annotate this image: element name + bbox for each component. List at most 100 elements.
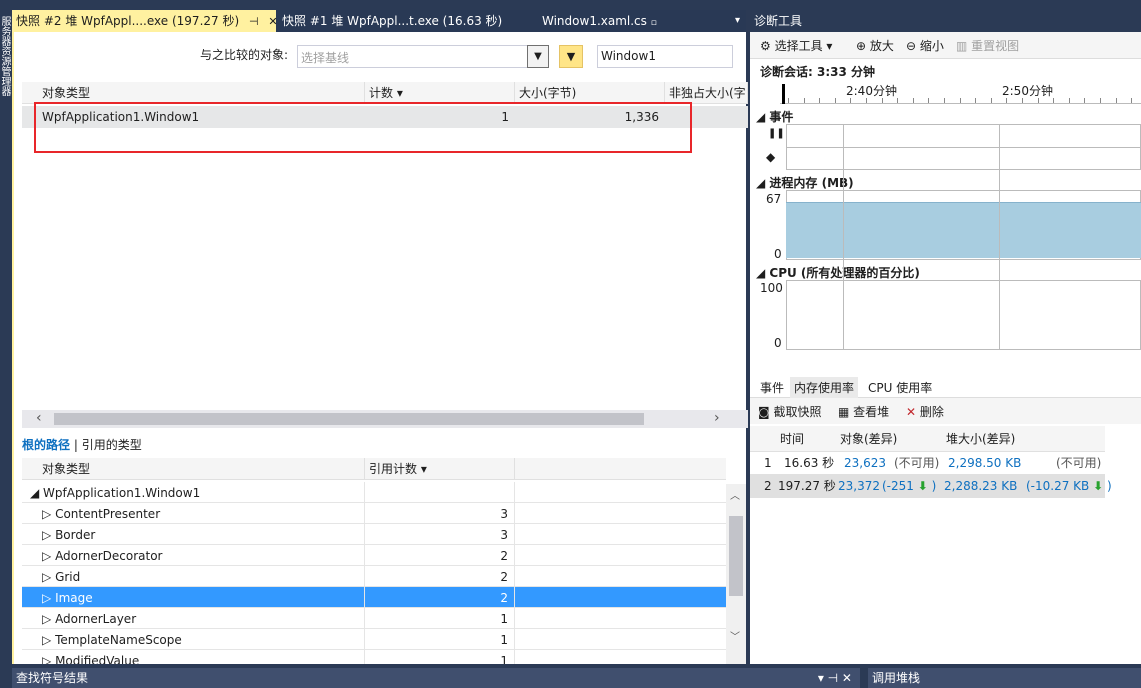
tab-dropdown-icon[interactable]: ▾ <box>735 10 740 32</box>
take-snapshot-button[interactable]: ◙ 截取快照 <box>758 403 822 420</box>
expand-icon[interactable]: ▷ <box>42 570 51 584</box>
panel-title: 查找符号结果 <box>16 671 89 685</box>
reset-view-button[interactable]: ▥ 重置视图 <box>956 37 1019 54</box>
expand-icon[interactable]: ▷ <box>42 633 51 647</box>
diag-toolbar: ⚙ 选择工具 ▾ ⊕ 放大 ⊖ 缩小 ▥ 重置视图 <box>750 32 1141 59</box>
snap-obj-diff-link[interactable]: (-251 ⬇ ) <box>882 475 936 498</box>
snapshot-row[interactable]: 2 197.27 秒 23,372 (-251 ⬇ ) 2,288.23 KB … <box>750 475 1112 498</box>
tab-referenced-types[interactable]: 引用的类型 <box>82 438 142 452</box>
cpu-min-label: 0 <box>774 336 782 350</box>
filter-icon[interactable]: ▼ <box>559 45 583 68</box>
col-object-type[interactable]: 对象类型 <box>22 82 365 104</box>
ruler-tick <box>944 98 945 103</box>
expand-icon[interactable]: ▷ <box>42 612 51 626</box>
obj-diff-text: (-251 <box>882 479 914 493</box>
snap-heap-diff: (不可用) <box>1056 456 1102 470</box>
col-count[interactable]: 计数 ▾ <box>365 82 515 104</box>
select-tool-button[interactable]: ⚙ 选择工具 ▾ <box>760 37 832 54</box>
track-divider <box>786 147 1141 148</box>
pin-icon[interactable]: ⊣ <box>249 11 259 33</box>
col-objects[interactable]: 对象(差异) <box>840 426 897 449</box>
cpu-max-label: 100 <box>760 281 783 295</box>
scroll-right-icon[interactable]: › <box>714 410 720 426</box>
time-cursor[interactable] <box>782 84 785 104</box>
row-count <box>365 482 515 504</box>
ref-count: 1 <box>365 608 515 630</box>
tree-row[interactable]: ▷ Image 2 <box>22 587 726 609</box>
col-time[interactable]: 时间 <box>780 426 804 449</box>
chevron-down-icon[interactable]: ▼ <box>527 45 549 68</box>
snap-objects-link[interactable]: 23,372 <box>838 475 880 498</box>
tree-row[interactable]: ▷ Border 3 <box>22 524 726 546</box>
call-stack-panel[interactable]: 调用堆栈 <box>868 668 1141 688</box>
events-section[interactable]: ◢ 事件 <box>756 108 793 125</box>
server-explorer-strip[interactable]: 服务器资源管理器 <box>0 0 12 664</box>
snap-heap-link[interactable]: 2,298.50 KB <box>948 452 1021 475</box>
scroll-down-icon[interactable]: ﹀ <box>730 628 740 643</box>
scroll-up-icon[interactable]: ︿ <box>730 487 740 502</box>
panel-controls-icon[interactable]: ▾ ⊣ ✕ <box>818 668 852 688</box>
tab-root-path[interactable]: 根的路径 <box>22 438 70 452</box>
tree-row[interactable]: ▷ ContentPresenter 3 <box>22 503 726 525</box>
time-ruler[interactable]: 2:40分钟 2:50分钟 <box>780 82 1141 104</box>
tree-root-row[interactable]: ◢ WpfApplication1.Window1 <box>22 482 726 504</box>
view-heap-button[interactable]: ▦ 查看堆 <box>838 403 889 420</box>
tab-separator: | <box>73 438 78 452</box>
tree-row[interactable]: ▷ AdornerDecorator 2 <box>22 545 726 567</box>
scroll-thumb[interactable] <box>54 413 644 425</box>
ruler-tick <box>850 98 852 103</box>
delete-icon: ✕ <box>906 405 917 419</box>
tab-snapshot-1[interactable]: 快照 #1 堆 WpfAppl...t.exe (16.63 秒) <box>278 10 508 32</box>
col-inclusive-size[interactable]: 非独占大小(字 <box>665 82 748 104</box>
col-ref-count[interactable]: 引用计数 ▾ <box>365 458 515 480</box>
close-icon[interactable]: ✕ <box>268 11 277 33</box>
ruler-tick <box>1084 98 1086 103</box>
ruler-tick <box>866 98 867 103</box>
ruler-tick <box>897 98 899 103</box>
delete-button[interactable]: ✕ 删除 <box>906 403 944 420</box>
tree-row[interactable]: ▷ AdornerLayer 1 <box>22 608 726 630</box>
tab-cpu-usage[interactable]: CPU 使用率 <box>864 377 936 398</box>
snap-obj-diff: (不可用) <box>894 456 940 470</box>
zoom-out-button[interactable]: ⊖ 缩小 <box>906 37 944 54</box>
ref-count: 3 <box>365 503 515 525</box>
snap-heap-link[interactable]: 2,288.23 KB <box>944 475 1017 498</box>
heap-icon: ▦ <box>838 405 850 419</box>
find-symbol-results-panel[interactable]: 查找符号结果 ▾ ⊣ ✕ <box>12 668 860 688</box>
ref-count: 2 <box>365 566 515 588</box>
node-label: Border <box>55 528 96 542</box>
ruler-label: 2:40分钟 <box>846 84 897 98</box>
col-heap[interactable]: 堆大小(差异) <box>946 426 1015 449</box>
gear-icon: ⚙ <box>760 39 771 53</box>
baseline-select[interactable]: 选择基线 <box>297 45 533 68</box>
ruler-tick <box>1068 98 1070 103</box>
cpu-section[interactable]: ◢ CPU (所有处理器的百分比) <box>756 264 920 281</box>
scroll-thumb[interactable] <box>729 516 743 596</box>
ref-count: 2 <box>365 587 515 609</box>
compare-label: 与之比较的对象: <box>200 48 289 62</box>
lock-icon: ▫ <box>650 18 657 28</box>
snap-objects-link[interactable]: 23,623 <box>844 452 886 475</box>
tab-memory-usage[interactable]: 内存使用率 <box>790 377 859 398</box>
tab-events[interactable]: 事件 <box>756 377 788 398</box>
col-object-type[interactable]: 对象类型 <box>22 458 365 480</box>
tree-row[interactable]: ▷ Grid 2 <box>22 566 726 588</box>
tree-row[interactable]: ▷ TemplateNameScope 1 <box>22 629 726 651</box>
pane-title: 诊断工具 <box>750 10 1141 32</box>
expand-icon[interactable]: ▷ <box>42 507 51 521</box>
tab-window1-cs[interactable]: Window1.xaml.cs ▫ <box>538 10 678 32</box>
expand-icon[interactable]: ▷ <box>42 549 51 563</box>
expand-icon[interactable]: ▷ <box>42 591 51 605</box>
tab-snapshot-2[interactable]: 快照 #2 堆 WpfAppl....exe (197.27 秒) ⊣ ✕ <box>12 10 278 33</box>
zoom-in-button[interactable]: ⊕ 放大 <box>856 37 894 54</box>
filter-input[interactable]: Window1 <box>597 45 733 68</box>
col-size[interactable]: 大小(字节) <box>515 82 665 104</box>
snap-heap-diff-link[interactable]: (-10.27 KB ⬇ ) <box>1026 475 1112 498</box>
heap-diff-text: (-10.27 KB <box>1026 479 1090 493</box>
snapshot-row[interactable]: 1 16.63 秒 23,623 (不可用) 2,298.50 KB (不可用) <box>750 452 1105 475</box>
memory-section[interactable]: ◢ 进程内存 (MB) <box>756 174 854 191</box>
expand-icon[interactable]: ▷ <box>42 528 51 542</box>
diagnostic-tools-pane: 诊断工具 ⚙ 选择工具 ▾ ⊕ 放大 ⊖ 缩小 ▥ 重置视图 诊断会话: 3:3… <box>750 10 1141 664</box>
grid-line <box>843 124 844 350</box>
scroll-left-icon[interactable]: ‹ <box>36 410 42 426</box>
